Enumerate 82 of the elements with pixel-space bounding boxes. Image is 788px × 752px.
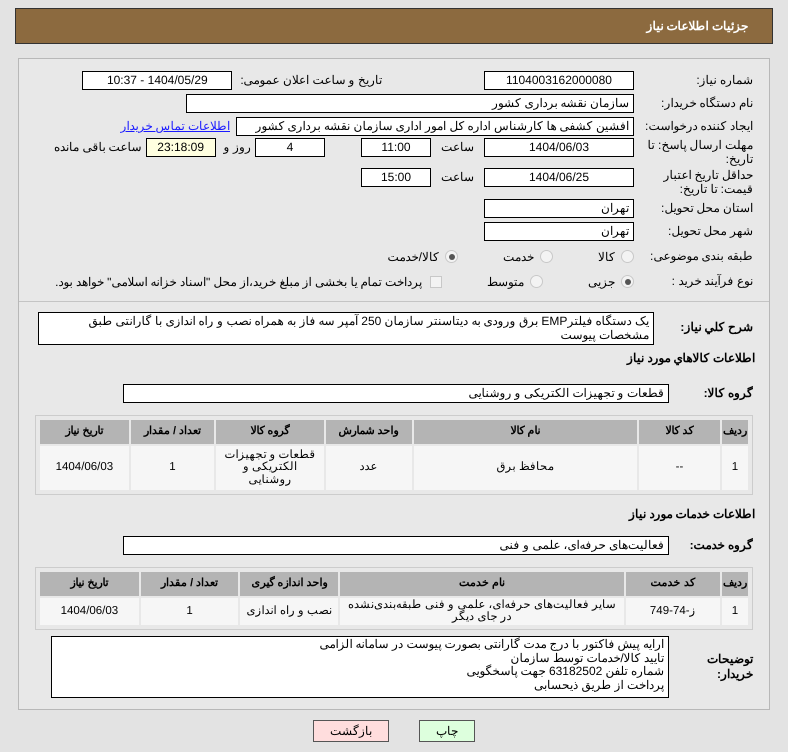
- table-cell: عدد: [326, 446, 412, 490]
- table-cell: محافظ برق: [414, 446, 638, 490]
- notes-line: تایید کالا/خدمات توسط سازمان: [510, 652, 664, 665]
- column-header: واحد اندازه گیری: [240, 572, 338, 596]
- table-cell: 1: [130, 446, 214, 490]
- print-button[interactable]: چاپ: [419, 720, 475, 742]
- column-header: تاریخ نیاز: [40, 420, 129, 444]
- input-field: سازمان نقشه برداری کشور: [186, 94, 634, 112]
- page-title: جزئیات اطلاعات نیاز: [646, 18, 748, 35]
- field-label: تاریخ و ساعت اعلان عمومی:: [240, 72, 382, 89]
- input-field: افشین کشفی ها کارشناس اداره کل امور اداری سازمان نقشه برداری کشور: [236, 116, 634, 136]
- back-button[interactable]: بازگشت: [313, 720, 389, 742]
- field-label: شهر محل تحویل:: [666, 224, 754, 239]
- radio-label: کالا: [598, 248, 615, 266]
- input-field: 1404/06/03: [484, 138, 634, 157]
- notes-line: شماره تلفن 63182502 جهت پاسخگویی: [465, 665, 664, 680]
- radio-button[interactable]: [621, 250, 634, 264]
- radio-button[interactable]: [530, 275, 543, 288]
- input-field: تهران: [484, 199, 634, 218]
- field-label: استان محل تحویل:: [660, 201, 754, 216]
- column-header: کد خدمت: [626, 572, 720, 596]
- field-label: ایجاد کننده درخواست:: [644, 118, 754, 134]
- table-cell: 1404/06/03: [40, 598, 139, 625]
- checkbox[interactable]: [430, 276, 442, 288]
- field-label: مهلت ارسال پاسخ: تا تاریخ:: [646, 138, 754, 167]
- input-field: تهران: [484, 222, 634, 242]
- input-field: 11:00: [361, 138, 431, 157]
- table-cell: قطعات و تجهیزات الکتریکی و روشنایی: [216, 446, 324, 490]
- radio-button[interactable]: [540, 250, 553, 264]
- radio-label: کالا/خدمت: [388, 248, 439, 266]
- column-header: ردیف: [722, 572, 748, 596]
- description-box: یک دستگاه فیلترEMP برق ورودی به دیتاسنتر سازمان 250 آمپر سه فاز به همراه نصب و راه اندازی با گارانتی طبق مشخصات پیوست: [38, 312, 654, 345]
- notes-line: ارایه پیش فاکتور با درج مدت گارانتی بصورت پیوست در سامانه الزامی: [318, 638, 664, 652]
- field-label: شرح کلي نیاز:: [679, 318, 754, 334]
- input-field: 15:00: [361, 168, 431, 187]
- table-cell: 1404/06/03: [40, 446, 129, 490]
- column-header: واحد شمارش: [326, 420, 412, 444]
- field-label: ساعت: [441, 139, 474, 156]
- field-label: ساعت: [441, 168, 474, 186]
- radio-button[interactable]: [621, 275, 634, 288]
- field-label: توضیحات خریدار:: [706, 652, 754, 682]
- field-label: ساعت باقی مانده: [54, 139, 142, 156]
- table-cell: 1: [722, 598, 748, 625]
- column-header: نام خدمت: [340, 572, 624, 596]
- notes-line: پرداخت از طریق ذیحسابی: [532, 679, 664, 694]
- contact-link[interactable]: اطلاعات تماس خریدار: [120, 117, 230, 135]
- field-label: حداقل تاریخ اعتبار قیمت: تا تاریخ:: [662, 168, 754, 197]
- table-cell: سایر فعالیت‌های حرفه‌ای، علمی و فنی طبقه‌بندی‌نشده در جای دیگر: [340, 598, 624, 625]
- table-cell: ز-74-749: [626, 598, 720, 625]
- field-label: روز و: [224, 139, 251, 156]
- table-cell: 1: [722, 446, 748, 490]
- field-label: نوع فرآیند خرید :: [670, 274, 754, 289]
- field-label: گروه کالا:: [702, 386, 754, 401]
- field-label: طبقه بندی موضوعی:: [648, 249, 754, 264]
- field-label: شماره نیاز:: [695, 72, 754, 88]
- input-field: 1404/05/29 - 10:37: [82, 70, 232, 90]
- column-header: نام کالا: [414, 420, 638, 444]
- radio-label: متوسط: [487, 274, 524, 291]
- input-field: قطعات و تجهیزات الکتریکی و روشنایی: [123, 384, 669, 404]
- field-label: نام دستگاه خریدار:: [660, 96, 754, 110]
- column-header: ردیف: [722, 420, 748, 444]
- notes-box[interactable]: ارایه پیش فاکتور با درج مدت گارانتی بصورت پیوست در سامانه الزامی تایید کالا/خدمات توسط سازمان شماره تلفن 63182502 جهت پاسخگویی پرداخت از طریق ذیحسابی: [51, 636, 669, 698]
- column-header: تعداد / مقدار: [130, 420, 214, 444]
- input-field: 1404/06/25: [484, 168, 634, 187]
- column-header: تعداد / مقدار: [140, 572, 238, 596]
- table-cell: --: [639, 446, 720, 490]
- column-header: تاریخ نیاز: [40, 572, 139, 596]
- timer-field: 23:18:09: [146, 138, 216, 157]
- table-cell: 1: [140, 598, 238, 625]
- column-header: کد کالا: [639, 420, 720, 444]
- radio-label: جزیی: [588, 274, 615, 291]
- input-field: فعالیت‌های حرفه‌ای، علمی و فنی: [123, 536, 669, 556]
- input-field: 1104003162000080: [484, 70, 634, 90]
- section-title: اطلاعات کالاهاي مورد نیاز: [626, 350, 755, 365]
- table-cell: نصب و راه اندازی: [240, 598, 338, 625]
- radio-label: خدمت: [503, 248, 534, 266]
- column-header: گروه کالا: [216, 420, 324, 444]
- section-title: اطلاعات خدمات مورد نیاز: [628, 506, 755, 521]
- input-field: 4: [255, 138, 325, 157]
- radio-button[interactable]: [445, 250, 458, 264]
- field-label: گروه خدمت:: [688, 538, 754, 553]
- checkbox-label: پرداخت تمام یا بخشی از مبلغ خرید،از محل "اسناد خزانه اسلامی" خواهد بود.: [55, 274, 422, 291]
